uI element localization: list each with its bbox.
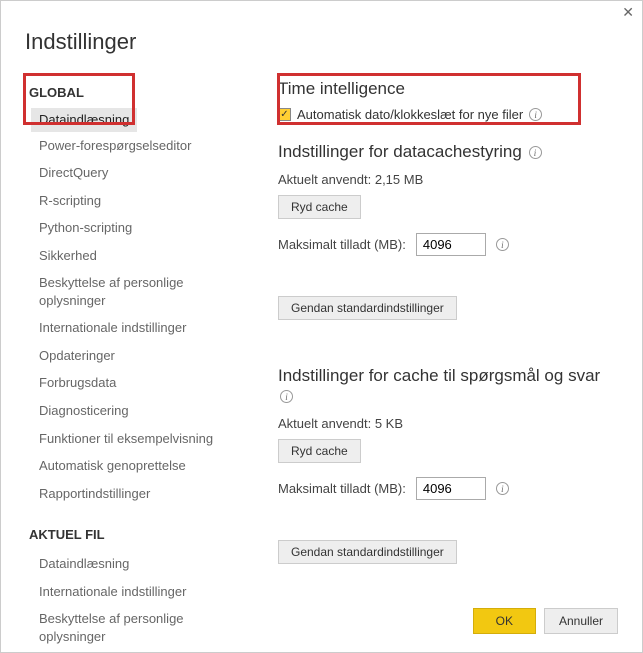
cancel-button[interactable]: Annuller xyxy=(544,608,618,634)
datacache-used: Aktuelt anvendt: 2,15 MB xyxy=(278,172,618,187)
sidebar-item-regional[interactable]: Internationale indstillinger xyxy=(31,314,260,342)
qacache-max-row: Maksimalt tilladt (MB): i xyxy=(278,477,618,500)
sidebar-item-privacy[interactable]: Beskyttelse af personlige oplysninger xyxy=(31,269,260,314)
qacache-used: Aktuelt anvendt: 5 KB xyxy=(278,416,618,431)
sidebar-item-cf-privacy[interactable]: Beskyttelse af personlige oplysninger xyxy=(31,605,260,650)
info-icon[interactable]: i xyxy=(529,108,542,121)
datacache-title: Indstillinger for datacachestyring i xyxy=(278,142,618,162)
auto-datetime-checkbox[interactable]: ✓ xyxy=(278,108,291,121)
qacache-max-input[interactable] xyxy=(416,477,486,500)
datacache-max-row: Maksimalt tilladt (MB): i xyxy=(278,233,618,256)
qacache-max-label: Maksimalt tilladt (MB): xyxy=(278,481,406,496)
sidebar-item-pythonscripting[interactable]: Python-scripting xyxy=(31,214,260,242)
datacache-title-text: Indstillinger for datacachestyring xyxy=(278,142,522,161)
qa-clear-cache-button[interactable]: Ryd cache xyxy=(278,439,361,463)
time-intelligence-title: Time intelligence xyxy=(278,79,618,99)
info-icon[interactable]: i xyxy=(496,482,509,495)
qa-restore-defaults-button[interactable]: Gendan standardindstillinger xyxy=(278,540,457,564)
content-pane: Time intelligence ✓ Automatisk dato/klok… xyxy=(260,73,618,652)
options-dialog: ✕ Indstillinger GLOBAL Dataindlæsning Po… xyxy=(0,0,643,653)
qacache-title-text: Indstillinger for cache til spørgsmål og… xyxy=(278,366,600,385)
datacache-max-label: Maksimalt tilladt (MB): xyxy=(278,237,406,252)
auto-datetime-row: ✓ Automatisk dato/klokkeslæt for nye fil… xyxy=(278,107,618,122)
sidebar-item-cf-dataload[interactable]: Dataindlæsning xyxy=(31,550,260,578)
sidebar-item-directquery[interactable]: DirectQuery xyxy=(31,159,260,187)
qacache-title: Indstillinger for cache til spørgsmål og… xyxy=(278,366,618,406)
sidebar: GLOBAL Dataindlæsning Power-forespørgsel… xyxy=(25,73,260,652)
dialog-footer: OK Annuller xyxy=(473,608,618,634)
dialog-body: GLOBAL Dataindlæsning Power-forespørgsel… xyxy=(1,73,642,652)
sidebar-item-usagedata[interactable]: Forbrugsdata xyxy=(31,369,260,397)
sidebar-item-diagnostics[interactable]: Diagnosticering xyxy=(31,397,260,425)
sidebar-item-reportsettings[interactable]: Rapportindstillinger xyxy=(31,480,260,508)
info-icon[interactable]: i xyxy=(280,390,293,403)
sidebar-item-preview[interactable]: Funktioner til eksempelvisning xyxy=(31,425,260,453)
info-icon[interactable]: i xyxy=(529,146,542,159)
sidebar-section-global: GLOBAL xyxy=(25,79,260,108)
sidebar-item-dataload[interactable]: Dataindlæsning xyxy=(31,108,137,132)
sidebar-section-currentfile: AKTUEL FIL xyxy=(25,521,260,550)
sidebar-item-rscripting[interactable]: R-scripting xyxy=(31,187,260,215)
datacache-max-input[interactable] xyxy=(416,233,486,256)
ok-button[interactable]: OK xyxy=(473,608,536,634)
sidebar-item-cf-regional[interactable]: Internationale indstillinger xyxy=(31,578,260,606)
sidebar-item-autorecovery[interactable]: Automatisk genoprettelse xyxy=(31,452,260,480)
clear-cache-button[interactable]: Ryd cache xyxy=(278,195,361,219)
auto-datetime-label: Automatisk dato/klokkeslæt for nye filer xyxy=(297,107,523,122)
sidebar-item-updates[interactable]: Opdateringer xyxy=(31,342,260,370)
close-icon[interactable]: ✕ xyxy=(622,4,634,21)
titlebar: ✕ xyxy=(1,1,642,23)
sidebar-item-pqeditor[interactable]: Power-forespørgselseditor xyxy=(31,132,260,160)
restore-defaults-button[interactable]: Gendan standardindstillinger xyxy=(278,296,457,320)
dialog-title: Indstillinger xyxy=(1,23,642,73)
info-icon[interactable]: i xyxy=(496,238,509,251)
sidebar-item-security[interactable]: Sikkerhed xyxy=(31,242,260,270)
sidebar-item-cf-autorecovery[interactable]: Automatisk genoprettelse xyxy=(31,650,260,652)
